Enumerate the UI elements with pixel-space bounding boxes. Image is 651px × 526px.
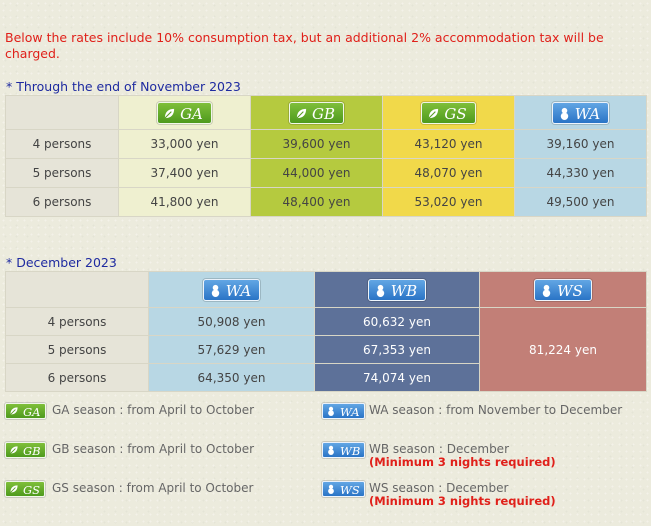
season-badge-wa: WA: [551, 101, 610, 124]
legend-text: GB season : from April to October: [52, 442, 255, 456]
snowman-icon: [542, 284, 551, 297]
rate-cell: 60,632 yen: [314, 307, 480, 336]
legend-badge-wa: WA: [322, 403, 365, 419]
rate-cell: 53,020 yen: [382, 187, 515, 217]
season-badge-gs: GS: [421, 101, 476, 124]
header-ws: WS: [479, 271, 647, 308]
header-wa: WA: [148, 271, 315, 308]
season-badge-ws: WS: [534, 278, 592, 301]
header-gs: GS: [382, 95, 515, 130]
rate-cell: 41,800 yen: [118, 187, 251, 217]
legend-gb: GB GB season : from April to October: [5, 442, 254, 458]
snowman-icon: [328, 484, 334, 494]
legend-badge-wb: WB: [322, 442, 366, 458]
snowman-icon: [328, 445, 334, 455]
legend-wb: WB WB season : December (Minimum 3 night…: [322, 442, 556, 469]
row-label: 4 persons: [5, 307, 149, 336]
row-label: 5 persons: [5, 335, 149, 364]
legend-ws: WS WS season : December (Minimum 3 night…: [322, 481, 556, 508]
header-ga: GA: [118, 95, 251, 130]
header-gb: GB: [250, 95, 383, 130]
season-badge-wb: WB: [367, 278, 427, 301]
leaf-icon: [296, 108, 307, 119]
rate-cell: 49,500 yen: [514, 187, 647, 217]
leaf-icon: [164, 108, 175, 119]
header-wa: WA: [514, 95, 647, 130]
season-badge-wa: WA: [202, 278, 261, 301]
tax-notice: Below the rates include 10% consumption …: [5, 30, 604, 61]
rate-cell: 44,330 yen: [514, 158, 647, 188]
legend-badge-ga: GA: [5, 403, 46, 419]
legend-text: WS season : December: [369, 481, 509, 495]
snowman-icon: [328, 406, 334, 416]
row-label: 5 persons: [5, 158, 119, 188]
snowman-icon: [560, 107, 568, 120]
legend-note: (Minimum 3 nights required): [369, 455, 556, 469]
table-corner: [5, 271, 149, 308]
row-label: 4 persons: [5, 129, 119, 159]
leaf-icon: [428, 108, 439, 119]
leaf-icon: [10, 446, 18, 454]
legend-note: (Minimum 3 nights required): [369, 494, 556, 508]
rate-cell: 37,400 yen: [118, 158, 251, 188]
rate-cell: 67,353 yen: [314, 335, 480, 364]
legend-badge-gs: GS: [5, 481, 46, 497]
rates-table-november: GA GB GS WA 4 persons 33,000 yen 39,600 …: [5, 95, 647, 217]
legend-ga: GA GA season : from April to October: [5, 403, 254, 419]
header-wb: WB: [314, 271, 480, 308]
legend-badge-ws: WS: [322, 481, 365, 497]
legend-text: GS season : from April to October: [52, 481, 254, 495]
legend-gs: GS GS season : from April to October: [5, 481, 253, 497]
section-title-november: * Through the end of November 2023: [6, 79, 241, 94]
rate-cell: 39,600 yen: [250, 129, 383, 159]
rate-cell: 43,120 yen: [382, 129, 515, 159]
section-title-december: * December 2023: [6, 255, 117, 270]
table-corner: [5, 95, 119, 130]
snowman-icon: [211, 284, 219, 297]
rates-table-december: WA WB WS 4 persons 50,908 yen 60,632 yen…: [5, 271, 647, 392]
row-label: 6 persons: [5, 187, 119, 217]
rate-cell: 64,350 yen: [148, 363, 315, 392]
legend-text: WB season : December: [369, 442, 509, 456]
rate-cell: 57,629 yen: [148, 335, 315, 364]
rate-cell: 39,160 yen: [514, 129, 647, 159]
rate-cell: 50,908 yen: [148, 307, 315, 336]
snowman-icon: [376, 284, 384, 297]
rate-cell: 48,400 yen: [250, 187, 383, 217]
legend-text: WA season : from November to December: [369, 403, 623, 417]
legend-badge-gb: GB: [5, 442, 46, 458]
season-badge-ga: GA: [157, 101, 212, 124]
rate-cell: 44,000 yen: [250, 158, 383, 188]
rate-cell-ws: 81,224 yen: [479, 307, 647, 392]
rate-cell: 48,070 yen: [382, 158, 515, 188]
leaf-icon: [10, 407, 18, 415]
season-badge-gb: GB: [288, 101, 344, 124]
legend-wa: WA WA season : from November to December: [322, 403, 622, 419]
rate-cell: 74,074 yen: [314, 363, 480, 392]
row-label: 6 persons: [5, 363, 149, 392]
rate-cell: 33,000 yen: [118, 129, 251, 159]
leaf-icon: [10, 485, 18, 493]
legend-text: GA season : from April to October: [52, 403, 255, 417]
